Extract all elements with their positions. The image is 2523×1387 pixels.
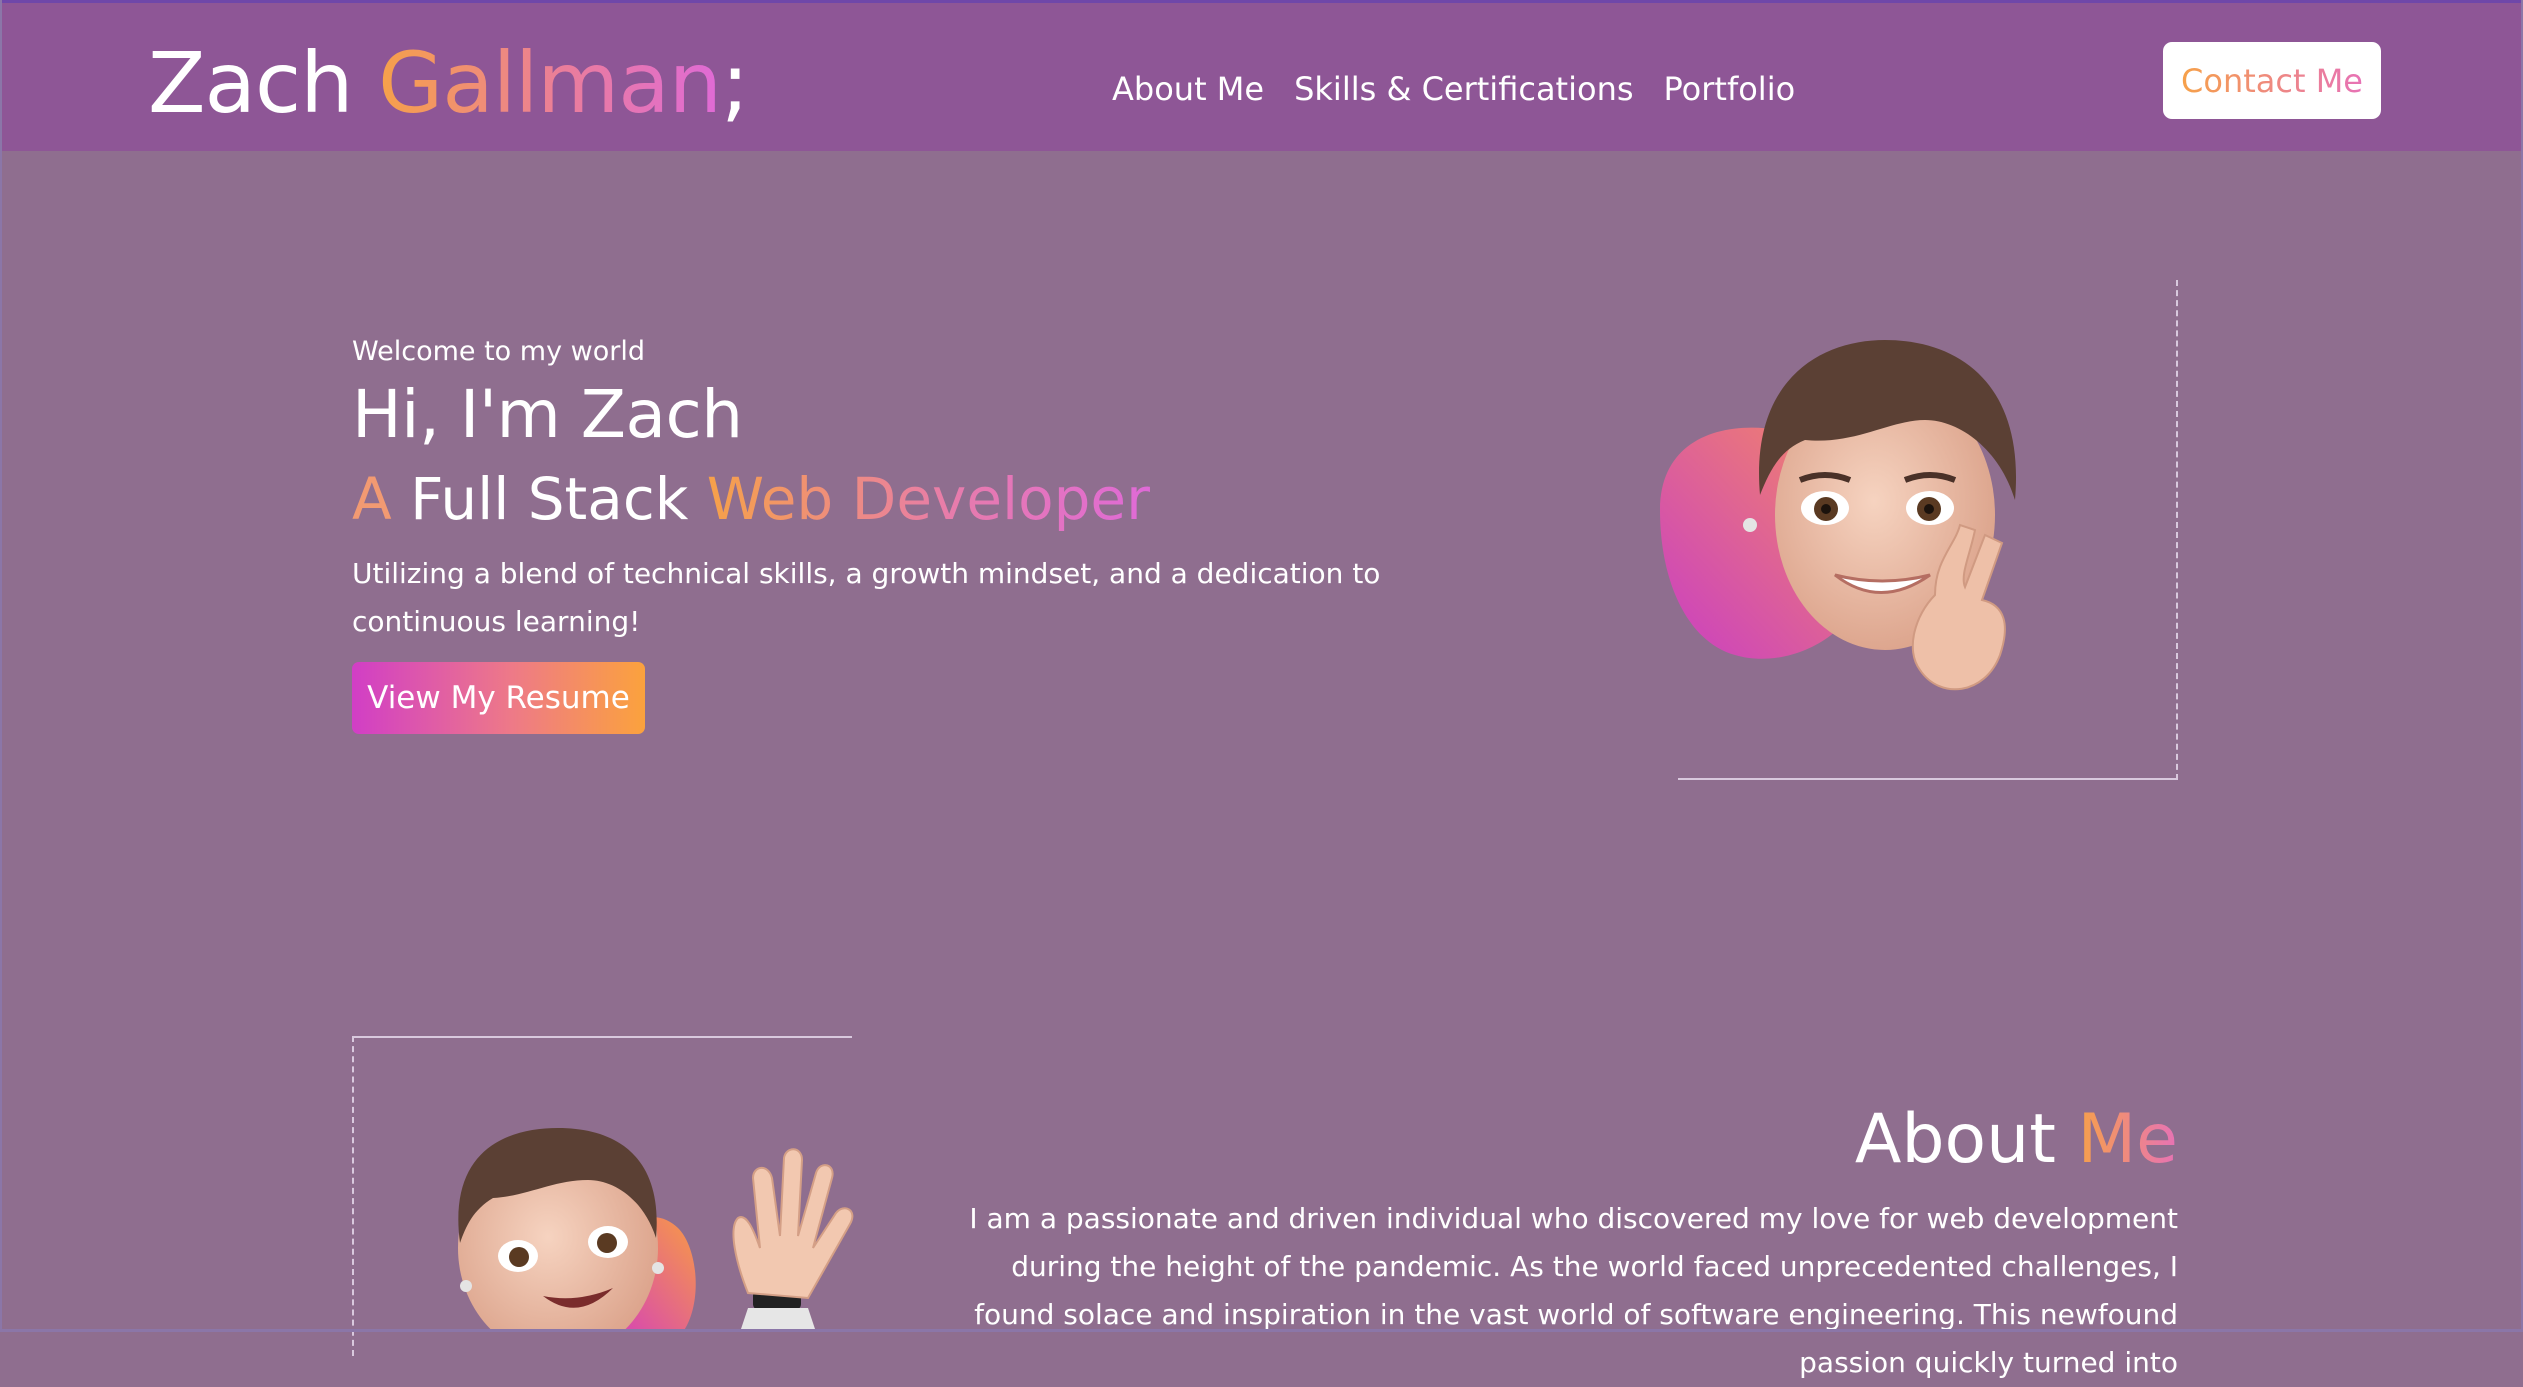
about-title-main: About <box>1854 1100 2078 1179</box>
hero-role: A Full Stack Web Developer <box>352 456 1472 542</box>
contact-me-button[interactable]: Contact Me <box>2163 42 2381 119</box>
brand-last-name: Gallman <box>378 34 722 132</box>
frame-dashed-line <box>352 1036 354 1356</box>
hero-text: Welcome to my world Hi, I'm Zach A Full … <box>352 330 1472 646</box>
hero-role-middle: Full Stack <box>391 465 707 533</box>
hero-description: Utilizing a blend of technical skills, a… <box>352 557 1381 638</box>
frame-solid-line <box>352 1036 852 1038</box>
hero-greeting: Hi, I'm Zach <box>352 376 743 453</box>
brand-first-name: Zach <box>148 34 379 132</box>
hero-welcome: Welcome to my world <box>352 336 645 367</box>
hero-role-prefix: A <box>352 465 392 533</box>
peace-sign-memoji-icon <box>1660 340 2017 691</box>
nav-item-portfolio[interactable]: Portfolio <box>1664 65 1796 113</box>
hero-role-highlight: Web Developer <box>706 465 1150 533</box>
frame-solid-line <box>1678 778 2178 780</box>
about-title: About Me <box>1855 1098 2178 1182</box>
brand-logo[interactable]: Zach Gallman; <box>148 33 749 133</box>
nav-item-skills-certifications[interactable]: Skills & Certifications <box>1294 65 1633 113</box>
main-nav: About Me Skills & Certifications Portfol… <box>1112 65 1795 113</box>
contact-me-label: Contact Me <box>2181 61 2363 100</box>
about-title-accent: Me <box>2077 1100 2178 1179</box>
view-resume-button[interactable]: View My Resume <box>352 662 645 734</box>
nav-item-about-me[interactable]: About Me <box>1112 65 1264 113</box>
site-header: Zach Gallman; About Me Skills & Certific… <box>0 0 2523 151</box>
frame-dashed-line <box>2176 280 2178 780</box>
brand-suffix: ; <box>720 34 749 132</box>
about-body: I am a passionate and driven individual … <box>969 1202 2178 1379</box>
waving-memoji-icon <box>458 1128 854 1332</box>
